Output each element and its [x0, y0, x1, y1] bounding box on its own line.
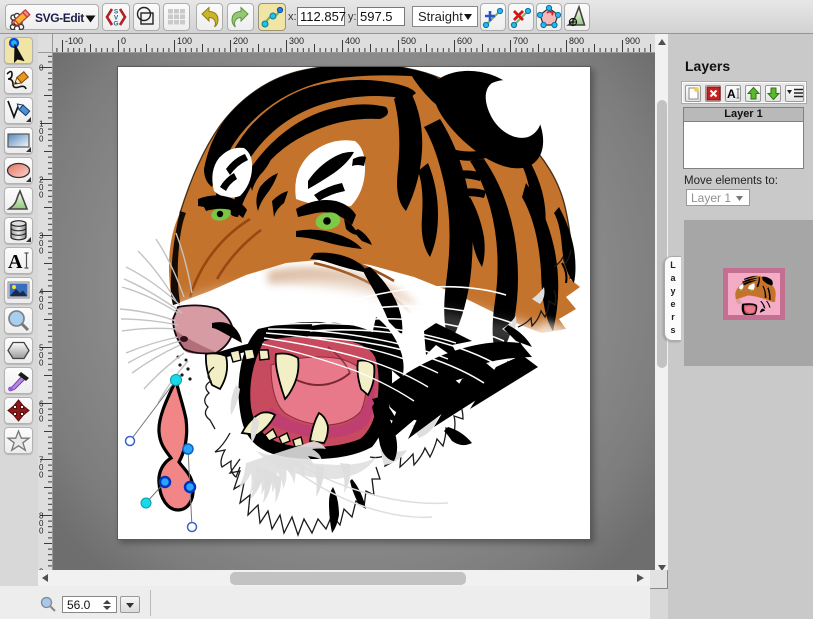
svg-text:G: G	[113, 21, 118, 28]
svg-text:0: 0	[39, 247, 44, 256]
svg-text:0: 0	[39, 191, 44, 200]
svg-text:600: 600	[457, 36, 472, 46]
svg-text:0: 0	[39, 64, 44, 73]
svg-text:200: 200	[233, 36, 248, 46]
svg-text:400: 400	[345, 36, 360, 46]
svg-text:0: 0	[39, 135, 44, 144]
svg-text:700: 700	[513, 36, 528, 46]
svg-text:100: 100	[177, 36, 192, 46]
svg-text:0: 0	[121, 36, 126, 46]
svg-text:0: 0	[39, 415, 44, 424]
svg-text:A: A	[8, 251, 23, 273]
svg-text:0: 0	[39, 359, 44, 368]
svg-text:0: 0	[39, 471, 44, 480]
svg-text:0: 0	[39, 527, 44, 536]
svg-text:0: 0	[39, 303, 44, 312]
svg-text:A: A	[727, 87, 736, 101]
svg-text:900: 900	[625, 36, 640, 46]
svg-text:500: 500	[401, 36, 416, 46]
svg-text:300: 300	[289, 36, 304, 46]
svg-text:-100: -100	[65, 36, 83, 46]
svg-text:800: 800	[569, 36, 584, 46]
